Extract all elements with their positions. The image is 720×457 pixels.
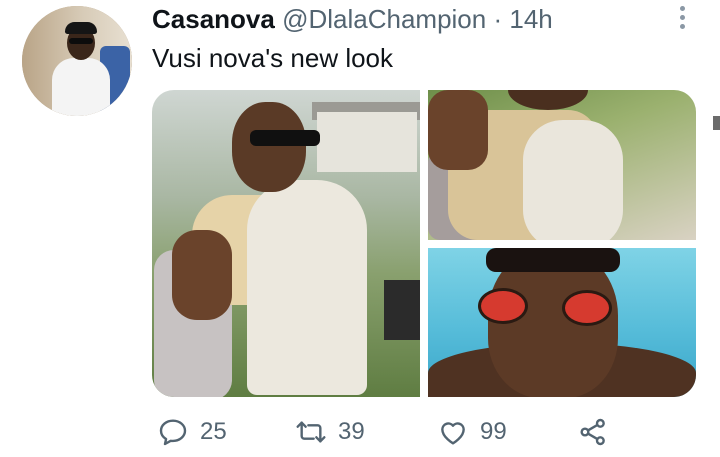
- tweet-timestamp[interactable]: 14h: [509, 4, 552, 34]
- photo-pillow: [384, 280, 420, 340]
- photo-head: [232, 102, 306, 192]
- tweet-actions: 25 39 99: [152, 412, 692, 452]
- more-dot: [679, 15, 685, 20]
- share-icon: [576, 415, 610, 449]
- author-name[interactable]: Casanova: [152, 4, 275, 34]
- photo-house: [317, 112, 417, 172]
- tweet-header: Casanova @DlalaChampion · 14h: [152, 4, 553, 34]
- photo-hair: [486, 248, 620, 272]
- like-button[interactable]: 99: [436, 412, 507, 452]
- tweet[interactable]: Casanova @DlalaChampion · 14h Vusi nova'…: [0, 0, 720, 457]
- avatar[interactable]: [22, 6, 132, 116]
- photo-lens-right: [562, 290, 612, 326]
- photo-head: [508, 90, 588, 110]
- avatar-shirt: [52, 58, 110, 116]
- more-dot: [679, 6, 685, 11]
- photo-pants: [523, 120, 623, 240]
- photo-sunglasses: [250, 130, 320, 146]
- retweet-count: 39: [338, 418, 365, 445]
- retweet-arrows-icon: [294, 415, 328, 449]
- avatar-cap: [65, 22, 97, 34]
- reply-count: 25: [200, 418, 227, 445]
- tweet-text: Vusi nova's new look: [152, 43, 394, 73]
- more-dot: [679, 24, 685, 29]
- photo-arm: [172, 230, 232, 320]
- scrollbar-thumb[interactable]: [713, 116, 720, 130]
- separator-dot: ·: [493, 4, 503, 34]
- like-count: 99: [480, 418, 507, 445]
- author-handle[interactable]: @DlalaChampion: [282, 4, 486, 34]
- photo-arm: [428, 90, 488, 170]
- media-photo-3[interactable]: [428, 248, 696, 397]
- media-grid: [152, 90, 696, 397]
- avatar-sunglasses: [69, 38, 93, 44]
- speech-bubble-icon: [156, 415, 190, 449]
- reply-button[interactable]: 25: [156, 412, 227, 452]
- heart-icon: [436, 415, 470, 449]
- share-button[interactable]: [576, 412, 610, 452]
- retweet-button[interactable]: 39: [294, 412, 365, 452]
- media-photo-2[interactable]: [428, 90, 696, 240]
- photo-pants: [247, 180, 367, 395]
- more-options-icon[interactable]: [678, 6, 686, 32]
- media-photo-1[interactable]: [152, 90, 420, 397]
- photo-lens-left: [478, 288, 528, 324]
